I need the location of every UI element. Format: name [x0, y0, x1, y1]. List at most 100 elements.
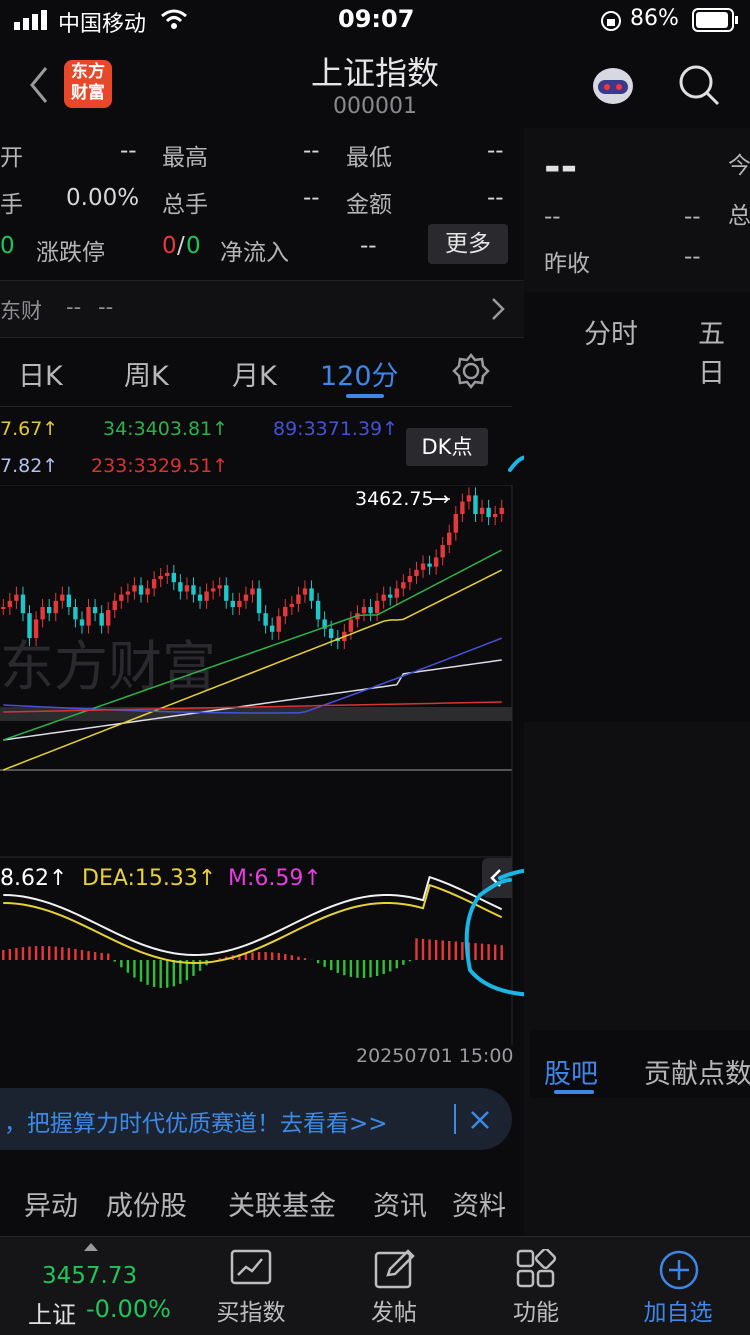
turnover-label: 手: [0, 185, 23, 219]
candle-body: [185, 585, 189, 591]
nav-buy-index[interactable]: 买指数: [196, 1293, 306, 1327]
macd-bar: [120, 960, 122, 967]
ma-value-89: 89:3371.39↑: [273, 418, 398, 440]
macd-histogram: [2, 938, 503, 988]
settings-gear-icon[interactable]: [452, 352, 490, 390]
macd-bar: [133, 960, 135, 978]
index-name[interactable]: 上证: [28, 1295, 76, 1330]
promo-banner[interactable]: ，把握算力时代优质赛道！去看看>>: [0, 1088, 512, 1150]
candle-body: [119, 595, 123, 601]
candle-body: [224, 585, 228, 601]
candle-body: [34, 619, 38, 638]
tab-guba[interactable]: 股吧: [544, 1052, 598, 1091]
tab-week-k[interactable]: 周K: [124, 354, 169, 393]
macd-bar: [343, 960, 345, 975]
tab-five-day[interactable]: 五日: [698, 312, 750, 390]
tab-related-funds[interactable]: 关联基金: [228, 1184, 336, 1223]
macd-bar: [166, 960, 168, 988]
candle-body: [198, 595, 202, 601]
battery-icon: [692, 8, 740, 32]
macd-bar: [389, 960, 391, 971]
candle-body: [67, 595, 71, 607]
candle-body: [381, 595, 385, 601]
nav-post[interactable]: 发帖: [339, 1293, 449, 1327]
macd-bar: [61, 947, 63, 960]
index-percent[interactable]: -0.00%: [86, 1295, 171, 1323]
candle-body: [434, 557, 438, 566]
macd-bar: [251, 952, 253, 960]
macd-bar: [94, 952, 96, 960]
updown-up: 0: [162, 233, 177, 259]
caret-up-icon[interactable]: [84, 1243, 98, 1251]
candle-body: [368, 607, 372, 613]
tab-news[interactable]: 资讯: [373, 1184, 427, 1223]
macd-dea: DEA:15.33↑: [82, 866, 216, 891]
candle-body: [80, 619, 84, 625]
status-bar: 中国移动 09:07 86%: [0, 0, 750, 40]
chart-trend-icon[interactable]: [230, 1249, 272, 1289]
macd-bar: [2, 950, 4, 960]
updown-prefix: 0: [0, 233, 15, 259]
close-icon[interactable]: [468, 1108, 492, 1132]
right-prev-value: --: [684, 244, 701, 270]
candle-body: [329, 629, 333, 638]
tab-contribution[interactable]: 贡献点数: [644, 1052, 750, 1091]
volume-value: --: [303, 185, 320, 211]
candle-body: [263, 613, 267, 625]
candle-body: [395, 588, 399, 597]
amount-label: 金额: [346, 185, 392, 219]
tab-constituents[interactable]: 成份股: [106, 1184, 187, 1223]
index-price[interactable]: 3457.73: [42, 1263, 137, 1289]
candle-body: [290, 604, 294, 607]
macd-bar: [127, 960, 129, 973]
macd-m: M:6.59↑: [228, 866, 322, 891]
edit-post-icon[interactable]: [374, 1249, 416, 1289]
add-circle-icon[interactable]: [658, 1249, 700, 1291]
candle-body: [106, 610, 110, 626]
macd-bar: [22, 947, 24, 960]
candle-body: [8, 601, 12, 607]
candle-body: [388, 595, 392, 598]
candle-body: [86, 607, 90, 626]
tab-intraday[interactable]: 分时: [584, 312, 638, 351]
tab-info[interactable]: 资料: [452, 1184, 506, 1223]
kline-chart[interactable]: 东方财富 3462.75→: [0, 485, 513, 1045]
grid-function-icon[interactable]: [516, 1249, 558, 1289]
candle-body: [132, 585, 136, 591]
nav-functions[interactable]: 功能: [481, 1293, 591, 1327]
macd-bar: [68, 948, 70, 960]
macd-bar: [107, 954, 109, 960]
macd-bar: [87, 951, 89, 960]
search-icon[interactable]: [676, 62, 722, 108]
macd-bar: [304, 958, 306, 960]
candle-body: [145, 588, 149, 594]
macd-bar: [435, 940, 437, 960]
netflow-value: --: [360, 233, 377, 259]
active-tab-indicator: [346, 394, 384, 398]
candle-body: [349, 619, 353, 631]
candle-body: [21, 595, 25, 614]
candle-body: [309, 588, 313, 600]
right-today-label: 今: [728, 146, 750, 180]
tab-day-k[interactable]: 日K: [18, 354, 63, 393]
volume-label: 总手: [162, 185, 208, 219]
low-value: --: [487, 138, 504, 164]
macd-bar: [55, 947, 57, 960]
tab-month-k[interactable]: 月K: [232, 354, 277, 393]
candle-body: [211, 588, 215, 591]
macd-bar: [15, 948, 17, 960]
robot-assistant-icon[interactable]: [588, 62, 638, 110]
tab-120min[interactable]: 120分: [320, 354, 399, 393]
divider: [454, 1104, 456, 1134]
nav-add-watchlist[interactable]: 加自选: [623, 1293, 733, 1327]
dongcai-bar[interactable]: 东财 -- --: [0, 280, 524, 338]
more-button[interactable]: 更多: [428, 224, 508, 264]
signal-icon: [14, 10, 50, 30]
turnover-value: 0.00%: [66, 185, 139, 211]
bottom-nav: 3457.73 上证 -0.00% 买指数 发帖 功能 加自选: [0, 1236, 750, 1335]
candle-body: [27, 613, 31, 638]
candle-body: [414, 570, 418, 576]
macd-bar: [363, 960, 365, 978]
tab-abnormal[interactable]: 异动: [24, 1184, 78, 1223]
macd-bar: [81, 950, 83, 960]
